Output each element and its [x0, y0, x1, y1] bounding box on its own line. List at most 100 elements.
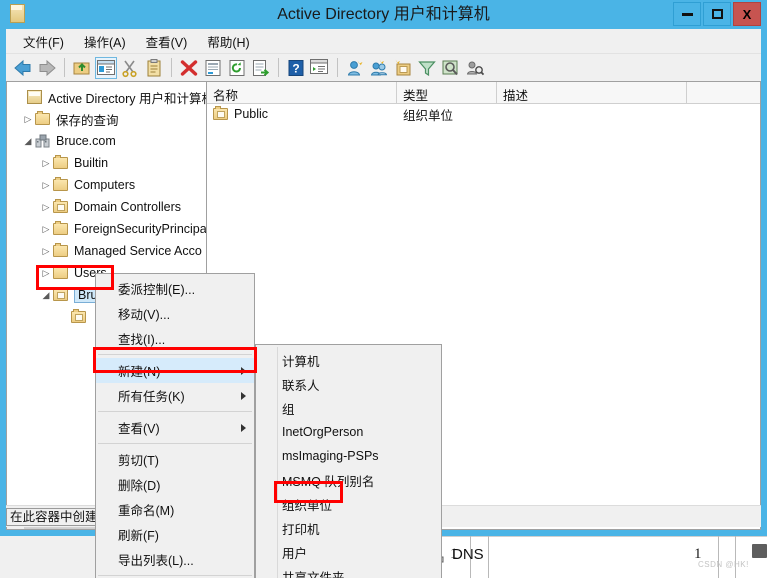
- bg-dns-label: DNS: [452, 546, 484, 563]
- properties-icon[interactable]: [202, 57, 224, 79]
- column-header-name[interactable]: 名称: [207, 82, 397, 103]
- console-root-icon: [27, 90, 43, 104]
- menu-view[interactable]: 查看(V): [137, 29, 197, 54]
- cut-icon[interactable]: [119, 57, 141, 79]
- tree-item-label: Computers: [74, 178, 136, 192]
- new-inetorgperson[interactable]: InetOrgPerson: [256, 420, 441, 444]
- tree-item-label: 保存的查询: [56, 113, 119, 128]
- chevron-right-icon[interactable]: ▷: [39, 158, 53, 169]
- new-shared-folder[interactable]: 共享文件夹: [256, 564, 441, 578]
- bg-row-divider: [718, 536, 719, 578]
- tree-item-root[interactable]: Active Directory 用户和计算机: [7, 86, 206, 108]
- saved-query-icon[interactable]: [464, 57, 486, 79]
- delete-icon[interactable]: [178, 57, 200, 79]
- chevron-down-icon[interactable]: ◢: [39, 290, 53, 301]
- context-menu[interactable]: 委派控制(E)... 移动(V)... 查找(I)... 新建(N) 所有任务(…: [95, 273, 255, 578]
- tree-item-label: Builtin: [74, 156, 109, 170]
- ctx-all-tasks[interactable]: 所有任务(K): [96, 383, 254, 408]
- export-list-icon[interactable]: [250, 57, 272, 79]
- table-row[interactable]: Public 组织单位: [207, 104, 760, 124]
- new-organizational-unit[interactable]: 组织单位: [256, 492, 441, 516]
- back-icon[interactable]: [12, 57, 34, 79]
- menu-separator: [98, 443, 252, 444]
- menu-file[interactable]: 文件(F): [14, 29, 73, 54]
- folder-icon: [53, 177, 69, 192]
- new-printer[interactable]: 打印机: [256, 516, 441, 540]
- refresh-icon[interactable]: [226, 57, 248, 79]
- window-buttons: X: [673, 2, 761, 26]
- new-contact[interactable]: 联系人: [256, 372, 441, 396]
- new-msimaging-psps[interactable]: msImaging-PSPs: [256, 444, 441, 468]
- toolbar-separator: [171, 58, 172, 77]
- screen: 1 DNS 1 CSDN @HK! Active Directory 用户和计算…: [0, 0, 767, 578]
- menu-bar: 文件(F) 操作(A) 查看(V) 帮助(H): [6, 29, 761, 54]
- column-header-type[interactable]: 类型: [397, 82, 497, 103]
- column-header-description[interactable]: 描述: [497, 82, 687, 103]
- ctx-refresh[interactable]: 刷新(F): [96, 522, 254, 547]
- up-one-level-icon[interactable]: [71, 57, 93, 79]
- tree-item-computers[interactable]: ▷ Computers: [7, 174, 206, 196]
- page-title: Active Directory 用户和计算机: [277, 6, 490, 23]
- bg-row-divider: [735, 536, 736, 578]
- forward-icon[interactable]: [36, 57, 58, 79]
- ctx-find[interactable]: 查找(I)...: [96, 326, 254, 351]
- menu-separator: [98, 354, 252, 355]
- tree-item-foreign-security-principals[interactable]: ▷ ForeignSecurityPrincipa: [7, 218, 206, 240]
- ctx-delete[interactable]: 删除(D): [96, 472, 254, 497]
- chevron-right-icon[interactable]: ▷: [39, 224, 53, 235]
- maximize-button[interactable]: [703, 2, 731, 26]
- chevron-right-icon[interactable]: ▷: [21, 114, 35, 125]
- new-msmq-queue-alias[interactable]: MSMQ 队列别名: [256, 468, 441, 492]
- svg-text:?: ?: [292, 61, 299, 75]
- help-icon[interactable]: ?: [285, 57, 307, 79]
- chevron-right-icon[interactable]: ▷: [39, 268, 53, 279]
- ctx-delegate-control[interactable]: 委派控制(E)...: [96, 276, 254, 301]
- tree-item-domain-controllers[interactable]: ▷ Domain Controllers: [7, 196, 206, 218]
- chevron-right-icon[interactable]: ▷: [39, 202, 53, 213]
- new-computer[interactable]: 计算机: [256, 348, 441, 372]
- bg-row-divider: [488, 536, 489, 578]
- tree-item-label: Bruce.com: [56, 134, 116, 148]
- tree-item-label: Active Directory 用户和计算机: [48, 91, 206, 106]
- toolbar-separator: [278, 58, 279, 77]
- minimize-button[interactable]: [673, 2, 701, 26]
- ctx-move[interactable]: 移动(V)...: [96, 301, 254, 326]
- column-header-blank[interactable]: [687, 82, 760, 103]
- menu-help[interactable]: 帮助(H): [198, 29, 258, 54]
- ctx-new[interactable]: 新建(N): [96, 358, 254, 383]
- ctx-view[interactable]: 查看(V): [96, 415, 254, 440]
- ctx-rename[interactable]: 重命名(M): [96, 497, 254, 522]
- tree-item-builtin[interactable]: ▷ Builtin: [7, 152, 206, 174]
- toolbar-separator: [64, 58, 65, 77]
- filter-icon[interactable]: [416, 57, 438, 79]
- new-group-icon[interactable]: [368, 57, 390, 79]
- tree-item-saved-queries[interactable]: ▷ 保存的查询: [7, 108, 206, 130]
- tool-bar: ?: [6, 54, 761, 82]
- new-group[interactable]: 组: [256, 396, 441, 420]
- menu-action[interactable]: 操作(A): [75, 29, 135, 54]
- new-ou-icon[interactable]: [392, 57, 414, 79]
- status-text: 在此容器中创建: [6, 507, 102, 526]
- ctx-all-tasks-label: 所有任务(K): [118, 390, 185, 404]
- new-submenu[interactable]: 计算机 联系人 组 InetOrgPerson msImaging-PSPs M…: [255, 344, 442, 578]
- ctx-cut[interactable]: 剪切(T): [96, 447, 254, 472]
- ctx-export-list[interactable]: 导出列表(L)...: [96, 547, 254, 572]
- chevron-right-icon[interactable]: ▷: [39, 246, 53, 257]
- tree-item-managed-service-accounts[interactable]: ▷ Managed Service Acco: [7, 240, 206, 262]
- ctx-new-label: 新建(N): [118, 365, 161, 379]
- chevron-down-icon[interactable]: ◢: [21, 136, 35, 147]
- copy-icon[interactable]: [143, 57, 165, 79]
- show-actions-pane-icon[interactable]: [309, 57, 331, 79]
- show-hide-console-tree-icon[interactable]: [95, 56, 117, 79]
- cell-type: 组织单位: [403, 108, 454, 123]
- chevron-right-icon[interactable]: ▷: [39, 180, 53, 191]
- find-icon[interactable]: [440, 57, 462, 79]
- tree-item-domain[interactable]: ◢ Bruce.com: [7, 130, 206, 152]
- bg-left-panel: [0, 536, 110, 578]
- folder-icon: [53, 243, 69, 258]
- close-button[interactable]: X: [733, 2, 761, 26]
- new-user[interactable]: 用户: [256, 540, 441, 564]
- chevron-right-icon: [241, 423, 246, 432]
- cell-name: Public: [207, 106, 397, 121]
- new-user-icon[interactable]: [344, 57, 366, 79]
